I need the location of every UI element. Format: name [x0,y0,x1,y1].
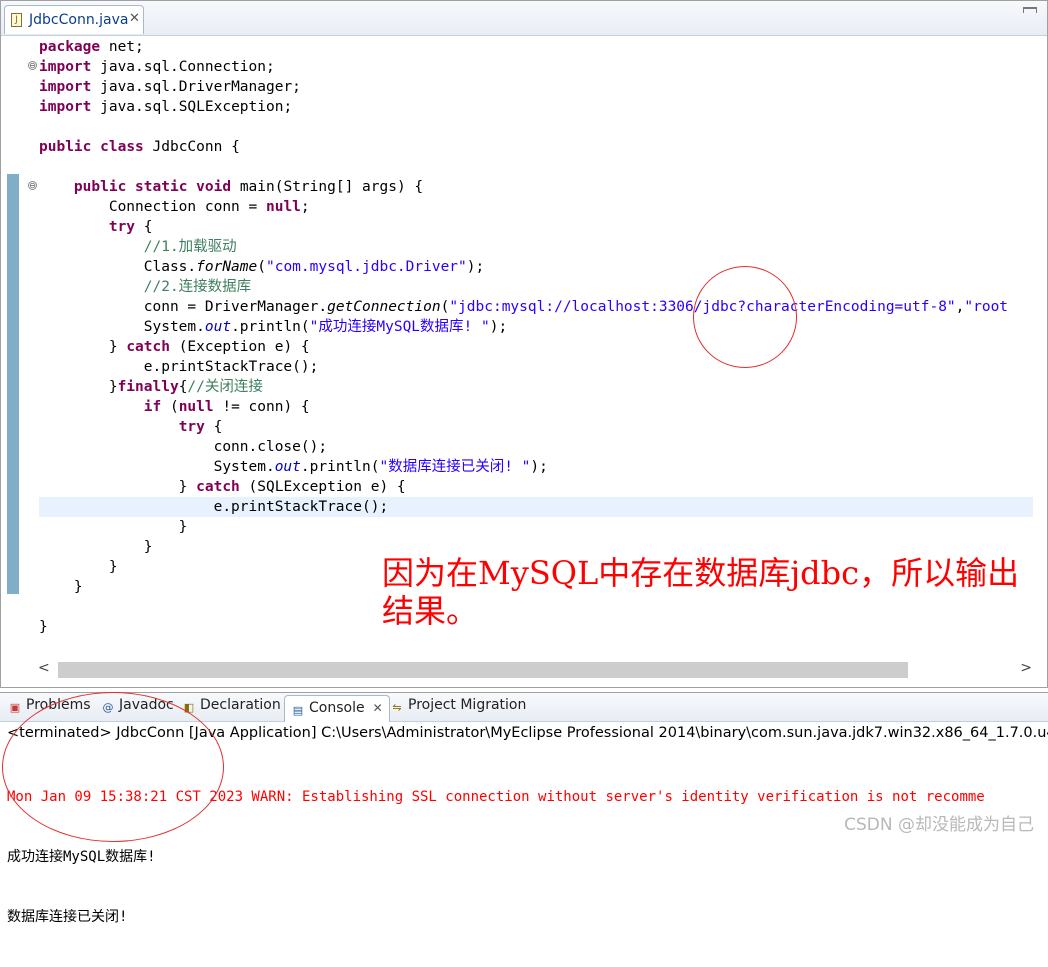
minimize-icon[interactable] [1023,7,1037,13]
code-line[interactable]: }finally{//关闭连接 [39,377,1033,397]
editor-tab-label: JdbcConn.java [29,12,129,28]
java-file-icon: J [11,13,22,27]
code-line[interactable] [39,117,1033,137]
code-line[interactable]: if (null != conn) { [39,397,1033,417]
migration-icon: ⇋ [392,701,402,714]
console-line: 数据库连接已关闭! [7,909,128,925]
code-line[interactable]: //2.连接数据库 [39,277,1033,297]
code-line[interactable]: conn = DriverManager.getConnection("jdbc… [39,297,1033,317]
code-line[interactable]: package net; [39,37,1033,57]
code-line[interactable]: Connection conn = null; [39,197,1033,217]
annotation-circle-url [693,266,797,368]
code-line[interactable]: conn.close(); [39,437,1033,457]
tab-label: Declaration [200,697,281,713]
console-line: 成功连接MySQL数据库! [7,849,156,865]
problems-icon: ▣ [9,701,21,714]
code-line[interactable]: e.printStackTrace(); [39,357,1033,377]
code-line[interactable]: System.out.println("成功连接MySQL数据库! "); [39,317,1033,337]
tab-console[interactable]: ▤ Console ✕ [284,695,390,722]
code-line[interactable]: import java.sql.DriverManager; [39,77,1033,97]
scroll-left-icon[interactable]: < [38,660,50,676]
code-line[interactable]: Class.forName("com.mysql.jdbc.Driver"); [39,257,1033,277]
code-line[interactable]: import java.sql.SQLException; [39,97,1033,117]
tab-label: Console [309,700,365,716]
tab-label: Project Migration [408,697,527,713]
code-line[interactable]: } [39,517,1033,537]
code-line[interactable]: try { [39,417,1033,437]
code-line[interactable]: try { [39,217,1033,237]
code-line[interactable]: } catch (SQLException e) { [39,477,1033,497]
editor-tab-bar: J JdbcConn.java ✕ [1,1,1047,36]
tab-project-migration[interactable]: ⇋ Project Migration [390,697,526,720]
fold-icon[interactable]: ⊖ [28,181,37,190]
code-line[interactable]: System.out.println("数据库连接已关闭! "); [39,457,1033,477]
horizontal-scrollbar[interactable]: < > [36,660,1036,680]
code-line[interactable]: public class JdbcConn { [39,137,1033,157]
code-line[interactable]: } catch (Exception e) { [39,337,1033,357]
console-icon: ▤ [292,704,304,717]
scroll-right-icon[interactable]: > [1020,660,1032,676]
code-line[interactable]: e.printStackTrace(); [39,497,1033,517]
annotation-circle-output [2,692,224,842]
change-bar [7,174,19,594]
code-line[interactable]: import java.sql.Connection; [39,57,1033,77]
code-line[interactable]: //1.加载驱动 [39,237,1033,257]
fold-icon[interactable]: ⊖ [28,61,37,70]
code-line[interactable] [39,157,1033,177]
annotation-text: 因为在MySQL中存在数据库jdbc，所以输出结果。 [382,554,1020,630]
close-icon[interactable]: ✕ [129,11,140,26]
tab-declaration[interactable]: ◧ Declaration [182,697,281,720]
scroll-thumb[interactable] [58,662,908,678]
close-icon[interactable]: ✕ [373,701,383,715]
code-line[interactable]: public static void main(String[] args) { [39,177,1033,197]
watermark: CSDN @却没能成为自己 [844,815,1034,835]
editor-tab-jdbcconn[interactable]: J JdbcConn.java ✕ [4,5,144,34]
code-area[interactable]: package net; import java.sql.Connection; i… [39,37,1033,637]
